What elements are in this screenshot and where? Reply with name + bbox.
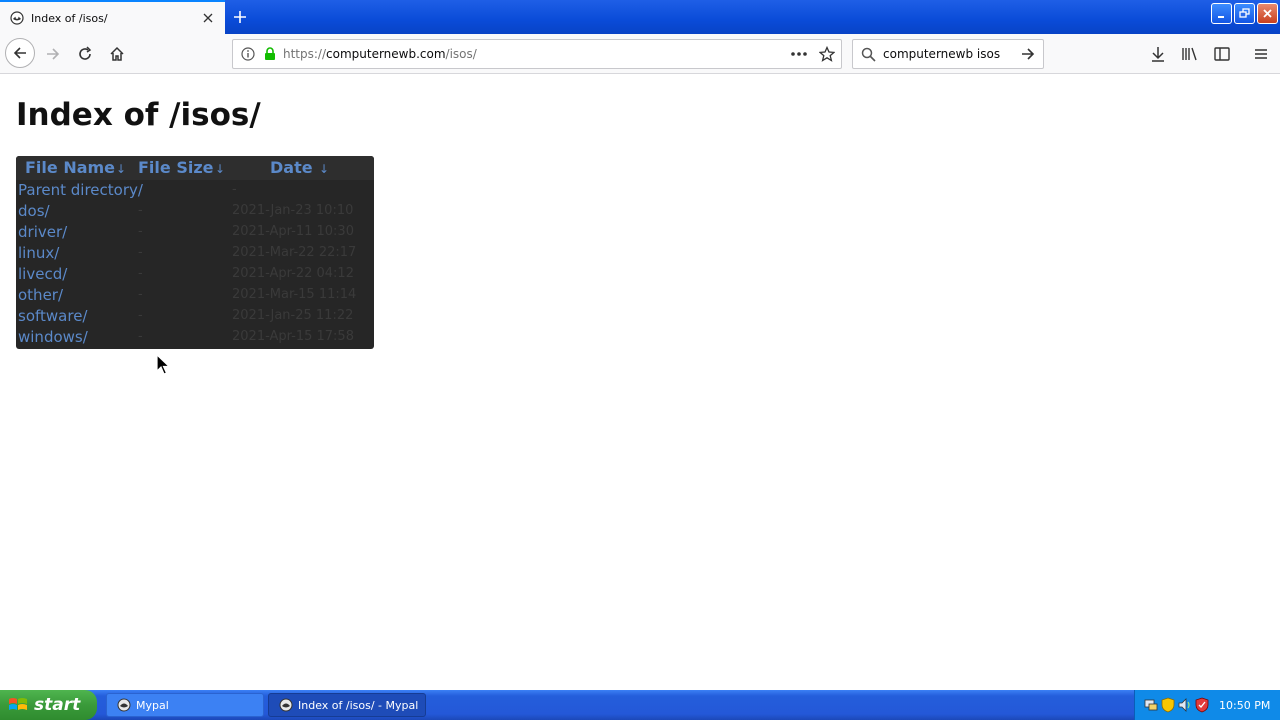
file-size: - xyxy=(138,245,143,260)
search-input[interactable]: computernewb isos xyxy=(883,47,1013,61)
file-size: - xyxy=(138,308,143,323)
url-text[interactable]: https://computernewb.com/isos/ xyxy=(283,47,785,61)
file-link-other[interactable]: other/ xyxy=(18,286,63,304)
file-size: - xyxy=(138,329,143,344)
sidebar-icon xyxy=(1214,47,1230,61)
download-icon xyxy=(1152,47,1164,62)
file-date: 2021-Mar-15 11:14 xyxy=(232,287,357,302)
back-button[interactable] xyxy=(5,38,35,68)
windows-logo-icon xyxy=(9,698,27,710)
table-row: driver/ - 2021-Apr-11 10:30 xyxy=(16,222,374,243)
file-date: 2021-Apr-22 04:12 xyxy=(232,266,354,281)
file-link-livecd[interactable]: livecd/ xyxy=(18,265,67,283)
sort-arrow-icon[interactable]: ↓ xyxy=(215,162,225,176)
tab-title: Index of /isos/ xyxy=(31,11,108,25)
mypal-icon xyxy=(10,11,24,25)
file-listing-table: File Name ↓ File Size ↓ Date ↓ Parent di… xyxy=(16,156,374,349)
lock-icon[interactable] xyxy=(261,47,279,61)
navigation-toolbar: https://computernewb.com/isos/ computern… xyxy=(0,34,1280,74)
table-row: linux/ - 2021-Mar-22 22:17 xyxy=(16,243,374,264)
page-actions-icon[interactable] xyxy=(785,51,813,57)
mypal-icon xyxy=(117,698,131,712)
library-icon xyxy=(1182,47,1197,61)
mypal-icon xyxy=(279,698,293,712)
file-size: - xyxy=(138,203,143,218)
info-icon[interactable] xyxy=(235,47,261,61)
table-row: windows/ - 2021-Apr-15 17:58 xyxy=(16,327,374,348)
reload-icon xyxy=(79,46,92,60)
file-link-windows[interactable]: windows/ xyxy=(18,328,88,346)
close-window-icon[interactable] xyxy=(1257,3,1278,24)
antivirus-icon[interactable] xyxy=(1194,697,1210,713)
mouse-cursor-icon xyxy=(156,354,170,375)
page-content: Index of /isos/ File Name ↓ File Size ↓ … xyxy=(0,75,1280,690)
menu-button[interactable] xyxy=(1247,40,1275,68)
table-row: Parent directory/ - xyxy=(16,180,374,201)
reload-button[interactable] xyxy=(71,40,99,68)
volume-icon[interactable] xyxy=(1177,697,1193,713)
url-bar[interactable]: https://computernewb.com/isos/ xyxy=(232,39,842,69)
taskbar-item-mypal[interactable]: Mypal xyxy=(106,693,264,717)
column-header-date[interactable]: Date xyxy=(270,158,313,177)
forward-arrow-icon xyxy=(47,48,60,60)
search-go-arrow-icon[interactable] xyxy=(1013,46,1043,62)
table-row: livecd/ - 2021-Apr-22 04:12 xyxy=(16,264,374,285)
back-arrow-icon xyxy=(13,47,26,59)
url-host: computernewb.com xyxy=(326,47,446,61)
page-title: Index of /isos/ xyxy=(16,97,261,133)
file-link-linux[interactable]: linux/ xyxy=(18,244,59,262)
library-button[interactable] xyxy=(1176,40,1204,68)
file-link-parent-directory[interactable]: Parent directory/ xyxy=(18,181,143,199)
close-tab-icon[interactable] xyxy=(199,9,217,27)
bookmark-star-icon[interactable] xyxy=(813,46,841,62)
file-date: 2021-Jan-25 11:22 xyxy=(232,308,354,323)
file-link-software[interactable]: software/ xyxy=(18,307,87,325)
taskbar-item-browser-window[interactable]: Index of /isos/ - Mypal xyxy=(268,693,426,717)
file-date: 2021-Apr-11 10:30 xyxy=(232,224,354,239)
file-date: - xyxy=(232,182,237,197)
start-button[interactable]: start xyxy=(0,690,97,720)
table-header: File Name ↓ File Size ↓ Date ↓ xyxy=(16,156,374,180)
search-icon xyxy=(853,47,883,62)
sort-arrow-icon[interactable]: ↓ xyxy=(319,162,329,176)
sidebar-button[interactable] xyxy=(1208,40,1236,68)
table-row: other/ - 2021-Mar-15 11:14 xyxy=(16,285,374,306)
home-icon xyxy=(110,46,124,61)
restore-icon[interactable] xyxy=(1234,3,1255,24)
search-bar[interactable]: computernewb isos xyxy=(852,39,1044,69)
file-size: - xyxy=(138,287,143,302)
clock[interactable]: 10:50 PM xyxy=(1219,699,1270,712)
tab-active[interactable]: Index of /isos/ xyxy=(0,0,225,34)
file-date: 2021-Jan-23 10:10 xyxy=(232,203,354,218)
security-shield-icon[interactable] xyxy=(1160,697,1176,713)
system-tray: 10:50 PM xyxy=(1134,690,1280,720)
file-link-dos[interactable]: dos/ xyxy=(18,202,50,220)
file-date: 2021-Mar-22 22:17 xyxy=(232,245,357,260)
url-path: /isos/ xyxy=(445,47,477,61)
tab-strip: Index of /isos/ xyxy=(0,0,1280,34)
downloads-button[interactable] xyxy=(1144,40,1172,68)
column-header-file-name[interactable]: File Name xyxy=(25,158,115,177)
home-button[interactable] xyxy=(103,40,131,68)
taskbar-item-label: Mypal xyxy=(136,698,169,712)
network-icon[interactable] xyxy=(1143,697,1159,713)
hamburger-menu-icon xyxy=(1255,49,1267,59)
forward-button[interactable] xyxy=(39,40,67,68)
column-header-file-size[interactable]: File Size xyxy=(138,158,214,177)
table-row: dos/ - 2021-Jan-23 10:10 xyxy=(16,201,374,222)
taskbar-item-label: Index of /isos/ - Mypal xyxy=(298,698,419,712)
file-date: 2021-Apr-15 17:58 xyxy=(232,329,354,344)
url-scheme: https:// xyxy=(283,47,327,61)
taskbar: start Mypal Index of /isos/ - Mypal 10:5… xyxy=(0,690,1280,720)
file-size: - xyxy=(138,224,143,239)
start-label: start xyxy=(34,695,81,715)
minimize-icon[interactable] xyxy=(1211,3,1232,24)
sort-arrow-icon[interactable]: ↓ xyxy=(116,162,126,176)
file-size: - xyxy=(138,266,143,281)
window-controls xyxy=(1211,3,1278,24)
file-link-driver[interactable]: driver/ xyxy=(18,223,67,241)
new-tab-icon[interactable] xyxy=(230,7,250,27)
table-row: software/ - 2021-Jan-25 11:22 xyxy=(16,306,374,327)
